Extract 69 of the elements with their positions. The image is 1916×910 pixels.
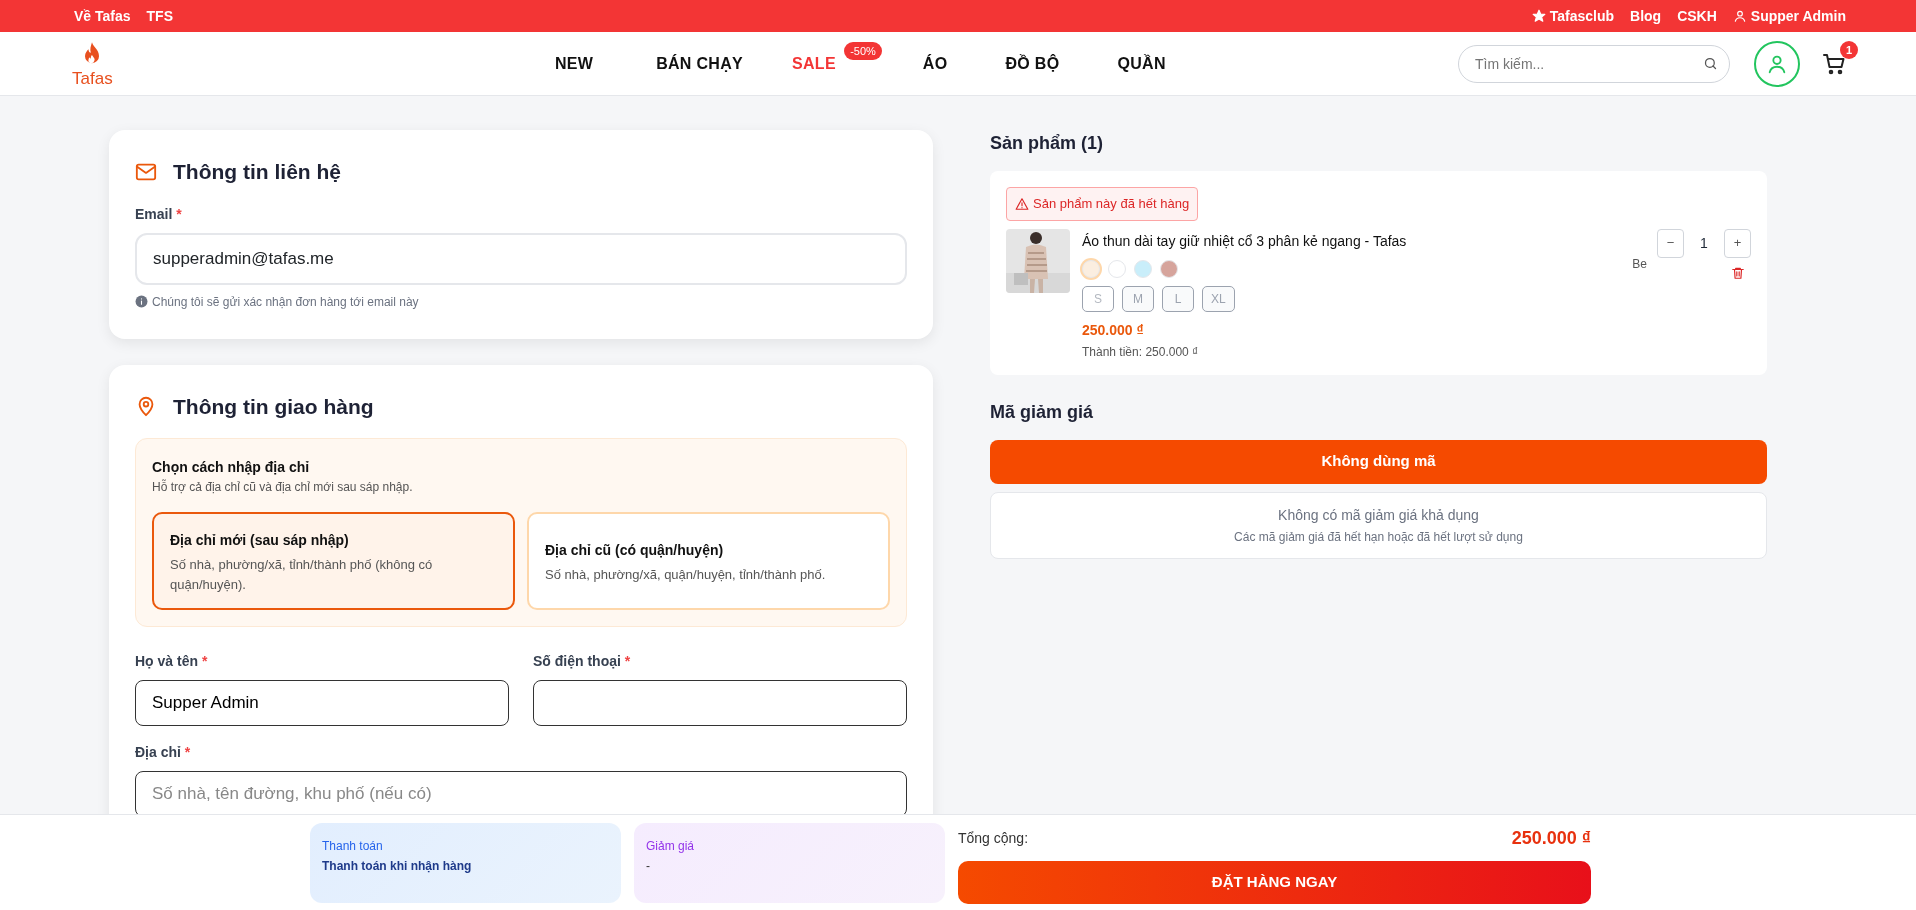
top-link[interactable]: CSKH	[1677, 5, 1717, 27]
size-option[interactable]: M	[1122, 285, 1154, 312]
product-name: Áo thun dài tay giữ nhiệt cổ 3 phân kẻ ngang - Tafas	[1082, 231, 1408, 251]
cart-icon	[1822, 51, 1846, 76]
panel-subtitle: Hỗ trợ cả địa chỉ cũ và địa chỉ mới sau sáp nhập.	[152, 478, 414, 496]
star-icon	[1531, 9, 1546, 23]
top-link[interactable]: Tafasclub	[1531, 5, 1615, 27]
discount-value: -	[646, 858, 651, 875]
address-mode-option[interactable]: Địa chỉ mới (sau sáp nhập) Số nhà, phường/xã, tỉnh/thành phố (không có quận/huyện).	[152, 512, 515, 610]
top-link[interactable]: Supper Admin	[1732, 5, 1846, 27]
place-order-button[interactable]: ĐẶT HÀNG NGAY	[958, 860, 1591, 904]
email-field[interactable]: supperadmin@tafas.me	[135, 232, 907, 285]
input-field[interactable]: Supper Admin	[135, 680, 509, 726]
subtotal-text: Thành tiền: 250.000 ₫	[1082, 343, 1200, 361]
field-label: Email *	[135, 204, 183, 224]
panel-label: Thanh toán	[322, 838, 384, 855]
nav-link[interactable]: BÁN CHẠY	[656, 54, 743, 72]
size-option[interactable]: S	[1082, 285, 1114, 312]
info-icon	[135, 295, 148, 308]
nav-link[interactable]: NEW	[554, 54, 594, 72]
account-button[interactable]	[1754, 40, 1800, 87]
search-icon	[1703, 55, 1718, 71]
color-swatch[interactable]	[1108, 259, 1126, 278]
top-link[interactable]: TFS	[146, 5, 173, 27]
cart-count-badge: 1	[1840, 41, 1858, 60]
panel-title: Chọn cách nhập địa chỉ	[152, 458, 311, 477]
nav-link[interactable]: SALE	[792, 54, 836, 72]
input-field[interactable]	[533, 680, 907, 726]
variant-label: Be	[1632, 255, 1647, 273]
sale-badge: -50%	[844, 41, 882, 60]
nav-link[interactable]: QUẦN	[1117, 54, 1166, 72]
size-option[interactable]: XL	[1202, 285, 1235, 312]
hint-text: Chúng tôi sẽ gửi xác nhận đơn hàng tới email này	[152, 293, 419, 311]
quantity-value: 1	[1699, 233, 1709, 253]
product-price: 250.000 ₫	[1082, 320, 1145, 340]
size-option[interactable]: L	[1162, 285, 1194, 312]
out-of-stock-alert: Sản phẩm này đã hết hàng	[1006, 187, 1199, 221]
decrease-button[interactable]: −	[1657, 228, 1684, 258]
nav-link[interactable]: ĐỒ BỘ	[1005, 54, 1060, 72]
total-label: Tổng cộng:	[958, 829, 1029, 849]
no-coupon-button[interactable]: Không dùng mã	[990, 439, 1767, 484]
top-link[interactable]: Blog	[1630, 5, 1662, 27]
color-swatch[interactable]	[1160, 259, 1178, 278]
empty-title: Không có mã giảm giá khả dụng	[1277, 505, 1480, 525]
section-title: Thông tin liên hệ	[173, 159, 341, 185]
address-mode-option[interactable]: Địa chỉ cũ (có quận/huyện) Số nhà, phường/xã, quận/huyện, tỉnh/thành phố.	[527, 512, 890, 610]
nav-link[interactable]: ÁO	[922, 54, 948, 72]
color-swatch[interactable]	[1082, 259, 1100, 278]
search-field[interactable]: Tìm kiếm...	[1458, 44, 1730, 83]
panel-label: Giảm giá	[646, 838, 696, 855]
field-label: Số điện thoại *	[533, 652, 632, 671]
user-icon	[1732, 9, 1747, 23]
total-amount: 250.000 ₫	[1511, 827, 1591, 851]
section-title: Mã giảm giá	[990, 400, 1095, 424]
field-label: Địa chỉ *	[135, 743, 192, 762]
trash-icon	[1731, 265, 1745, 280]
increase-button[interactable]: +	[1724, 228, 1751, 258]
input-field[interactable]: Số nhà, tên đường, khu phố (nếu có)	[135, 771, 907, 817]
field-label: Họ và tên *	[135, 652, 209, 671]
top-link[interactable]: Về Tafas	[74, 5, 131, 27]
section-title: Thông tin giao hàng	[173, 393, 374, 420]
warning-icon	[1015, 196, 1029, 211]
logo[interactable]: Tafas	[72, 40, 113, 87]
delete-button[interactable]	[1731, 265, 1745, 280]
empty-subtitle: Các mã giảm giá đã hết hạn hoặc đã hết lượt sử dụng	[1233, 528, 1524, 546]
payment-method: Thanh toán khi nhận hàng	[322, 858, 473, 875]
cart-button[interactable]	[1822, 51, 1846, 76]
section-title: Sản phẩm (1)	[990, 132, 1105, 155]
color-swatch[interactable]	[1134, 259, 1152, 278]
